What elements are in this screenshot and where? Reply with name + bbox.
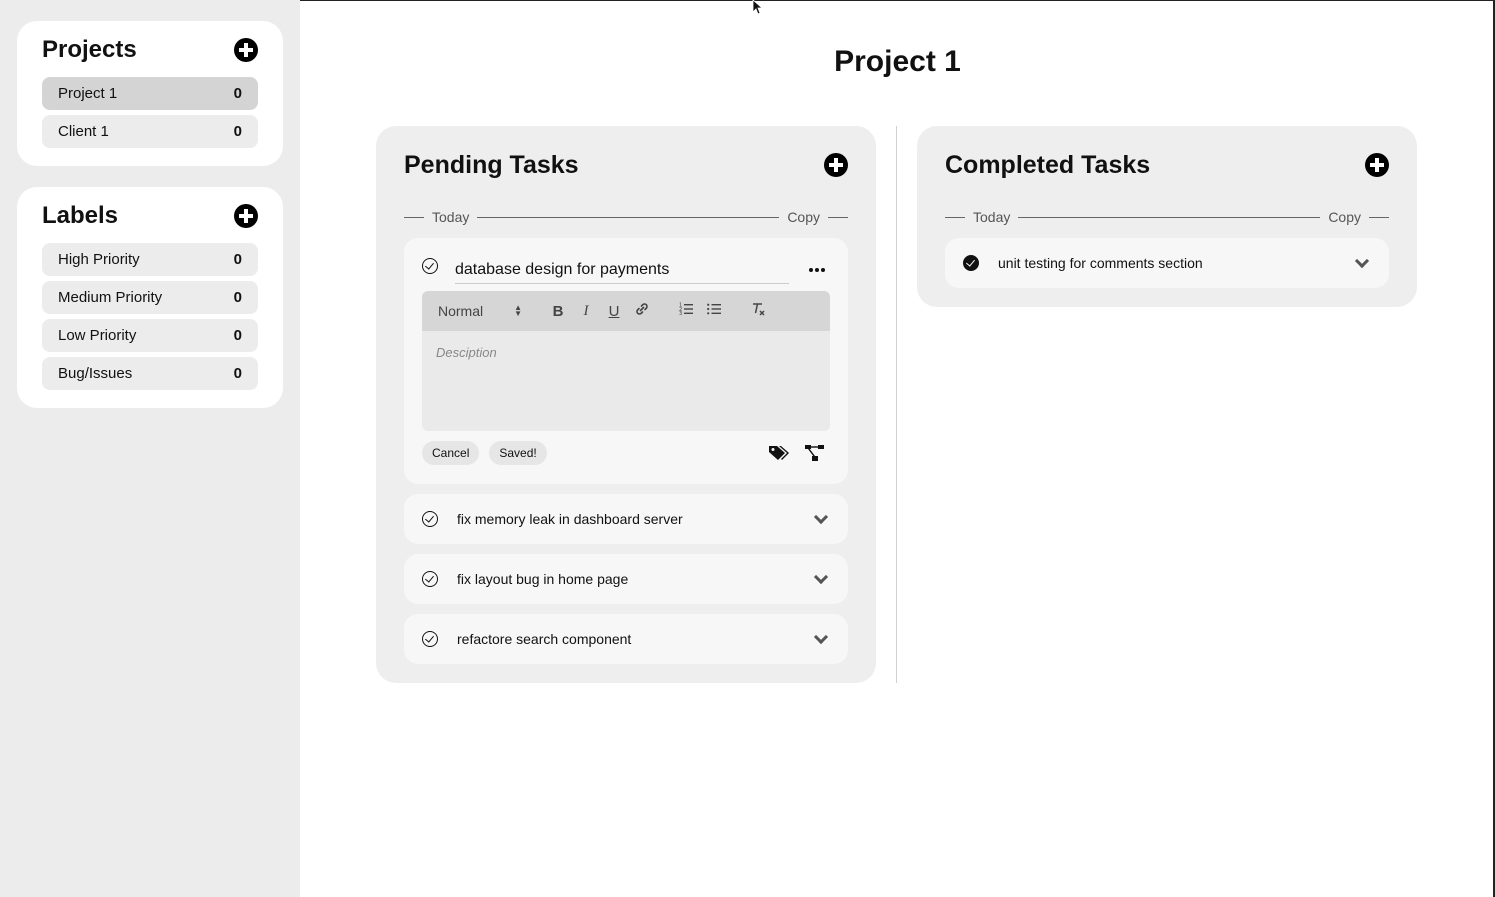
task-item[interactable]: fix memory leak in dashboard server [404,494,848,544]
task-editor: Normal ▲▼ B I U 123 Desciption [404,238,848,484]
completed-tasks-column: Completed Tasks Today Copy unit testing … [917,126,1417,307]
date-divider: Today Copy [945,204,1389,230]
complete-task-icon[interactable] [422,571,438,587]
chevron-down-icon[interactable] [813,569,829,584]
sidebar-item-label: Client 1 [58,123,109,140]
copy-button[interactable]: Copy [787,209,820,225]
completed-title: Completed Tasks [945,150,1151,179]
chevron-down-icon[interactable] [1354,253,1370,268]
projects-card: Projects Project 1 0 Client 1 0 [17,21,283,166]
add-label-button[interactable] [234,204,258,228]
description-editor[interactable]: Desciption [422,331,830,431]
sidebar-item-label: Project 1 [58,85,118,102]
labels-card: Labels High Priority 0 Medium Priority 0… [17,187,283,408]
date-divider: Today Copy [404,204,848,230]
sidebar-item-high-priority[interactable]: High Priority 0 [42,243,258,276]
format-select-value: Normal [438,303,484,319]
sidebar-item-client-1[interactable]: Client 1 0 [42,115,258,148]
task-title: refactore search component [457,631,632,647]
underline-icon[interactable]: U [600,303,628,320]
sidebar-item-count: 0 [233,289,242,306]
date-label: Today [973,209,1011,225]
subtasks-icon[interactable] [804,444,826,462]
completed-header: Completed Tasks [945,126,1389,204]
sidebar-item-project-1[interactable]: Project 1 0 [42,77,258,110]
complete-task-icon[interactable] [422,631,438,647]
copy-button[interactable]: Copy [1328,209,1361,225]
description-placeholder: Desciption [436,345,497,360]
task-editor-header [422,256,830,284]
task-title: fix memory leak in dashboard server [457,511,683,527]
italic-icon[interactable]: I [572,303,600,320]
projects-title: Projects [42,36,137,63]
editor-toolbar: Normal ▲ ▼ B I U 123 [422,291,830,331]
tags-icon[interactable] [768,444,790,462]
chevron-down-icon[interactable] [813,629,829,644]
svg-text:3: 3 [679,311,682,317]
sidebar-item-bug-issues[interactable]: Bug/Issues 0 [42,357,258,390]
sidebar-item-count: 0 [233,327,242,344]
task-title: unit testing for comments section [998,255,1203,271]
sidebar-item-medium-priority[interactable]: Medium Priority 0 [42,281,258,314]
labels-header: Labels [42,201,258,231]
sidebar-item-label: Medium Priority [58,289,163,306]
select-arrows-icon: ▲ ▼ [514,303,522,318]
sidebar-item-count: 0 [233,123,242,140]
sidebar-item-count: 0 [233,365,242,382]
projects-header: Projects [42,35,258,65]
add-pending-task-button[interactable] [824,153,848,177]
sidebar-item-label: Bug/Issues [58,365,133,382]
more-options-icon[interactable] [809,268,825,272]
sidebar-item-count: 0 [233,85,242,102]
page-title: Project 1 [834,45,961,78]
pending-tasks-column: Pending Tasks Today Copy Normal ▲▼ B I U [376,126,876,683]
mouse-cursor-icon [752,0,764,14]
task-title-input[interactable] [455,256,789,284]
ordered-list-icon[interactable]: 123 [672,301,700,321]
format-select[interactable]: Normal ▲ ▼ [438,303,522,319]
pending-title: Pending Tasks [404,150,579,179]
date-label: Today [432,209,470,225]
editor-actions: Cancel Saved! [422,431,830,475]
pending-header: Pending Tasks [404,126,848,204]
saved-button[interactable]: Saved! [489,441,547,465]
complete-task-icon[interactable] [422,258,438,274]
sidebar-item-low-priority[interactable]: Low Priority 0 [42,319,258,352]
task-title: fix layout bug in home page [457,571,629,587]
window-top-border [300,0,1495,1]
link-icon[interactable] [628,301,656,321]
bold-icon[interactable]: B [544,303,572,320]
complete-task-icon[interactable] [422,511,438,527]
chevron-down-icon[interactable] [813,509,829,524]
clear-format-icon[interactable] [744,301,772,321]
sidebar-item-count: 0 [233,251,242,268]
sidebar: Projects Project 1 0 Client 1 0 Labels H… [0,0,300,897]
column-divider [896,126,897,683]
sidebar-item-label: Low Priority [58,327,137,344]
bullet-list-icon[interactable] [700,301,728,321]
cancel-button[interactable]: Cancel [422,441,480,465]
labels-title: Labels [42,202,119,229]
sidebar-item-label: High Priority [58,251,140,268]
task-item[interactable]: unit testing for comments section [945,238,1389,288]
task-item[interactable]: refactore search component [404,614,848,664]
add-completed-task-button[interactable] [1365,153,1389,177]
task-item[interactable]: fix layout bug in home page [404,554,848,604]
completed-check-icon[interactable] [963,255,979,271]
add-project-button[interactable] [234,38,258,62]
